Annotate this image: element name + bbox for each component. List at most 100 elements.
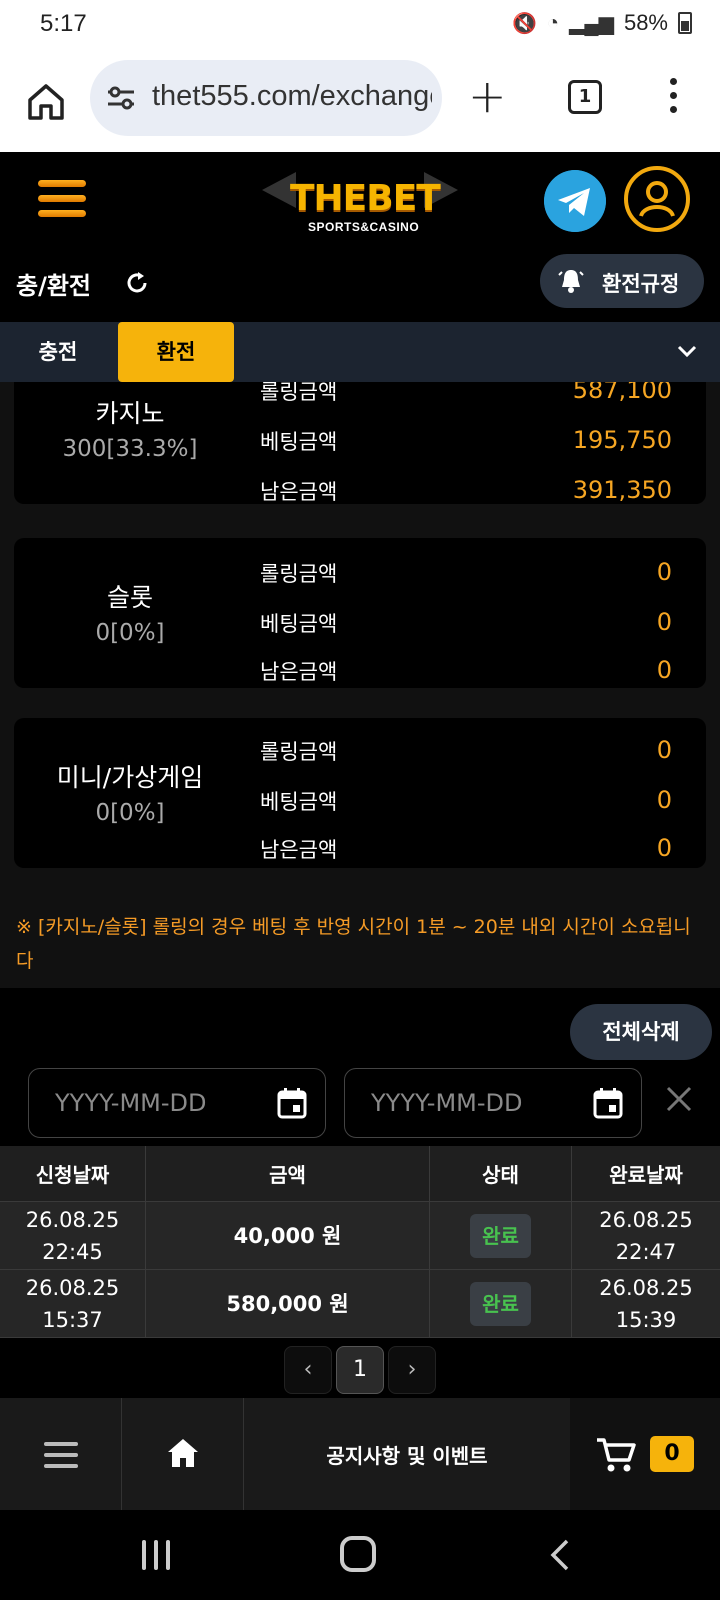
address-bar[interactable]: thet555.com/exchange <box>90 60 442 136</box>
tab-switcher-button[interactable]: 1 <box>568 80 602 114</box>
card-name: 슬롯 <box>106 583 153 612</box>
card-rate: 300[33.3%] <box>62 436 198 462</box>
profile-icon[interactable] <box>624 166 690 232</box>
wifi-icon: ◔ <box>546 11 560 34</box>
history-table: 신청날짜 금액 상태 완료날짜 26.08.25 22:45 40,000 원 … <box>0 1146 720 1338</box>
row-value: 587,100 <box>572 382 672 404</box>
row-value: 0 <box>656 834 672 862</box>
page-title: 충/환전 <box>16 272 92 300</box>
more-menu-icon[interactable] <box>668 78 678 118</box>
calendar-icon[interactable] <box>277 1087 307 1119</box>
card-name: 미니/가상게임 <box>56 763 204 792</box>
row-value: 0 <box>656 736 672 764</box>
menu-icon <box>44 1442 78 1468</box>
delete-all-button[interactable]: 전체삭제 <box>570 1004 712 1060</box>
cart-count-badge: 0 <box>650 1436 694 1472</box>
chevron-down-icon[interactable] <box>676 340 698 362</box>
card-row: 롤링금액 0 <box>246 736 692 776</box>
row-value: 0 <box>656 558 672 586</box>
clear-date-icon[interactable] <box>664 1084 694 1114</box>
status-bar: 5:17 🔇 ◔ ▂▄▆ 58% <box>0 0 720 52</box>
status-time: 5:17 <box>40 10 87 37</box>
home-icon[interactable] <box>24 80 68 124</box>
system-nav-bar <box>0 1510 720 1600</box>
row-value: 0 <box>656 656 672 684</box>
status-cell: 완료 <box>430 1202 572 1269</box>
exchange-history: 전체삭제 YYYY-MM-DD YYYY-MM-DD 신청날짜 금액 상태 완료… <box>0 988 720 1398</box>
done-date: 26.08.25 <box>599 1275 693 1300</box>
bottom-nav: 공지사항 및 이벤트 0 <box>0 1398 720 1510</box>
menu-icon[interactable] <box>38 180 86 220</box>
table-row: 26.08.25 22:45 40,000 원 완료 26.08.25 22:4… <box>0 1202 720 1270</box>
start-date-field[interactable]: YYYY-MM-DD <box>28 1068 326 1138</box>
row-label: 베팅금액 <box>260 430 338 454</box>
exchange-rules-button[interactable]: 환전규정 <box>540 254 704 308</box>
page-number[interactable]: 1 <box>336 1346 384 1394</box>
end-date-placeholder: YYYY-MM-DD <box>371 1089 523 1117</box>
system-home-icon[interactable] <box>340 1536 376 1572</box>
battery-icon <box>678 12 692 34</box>
request-date-cell: 26.08.25 15:37 <box>0 1270 146 1337</box>
rolling-card-mini: 미니/가상게임 0[0%] 롤링금액 0 베팅금액 0 남은금액 0 <box>14 718 706 868</box>
request-date: 26.08.25 <box>25 1275 120 1300</box>
chevron-left-icon[interactable]: ‹ <box>284 1346 332 1394</box>
done-date: 26.08.25 <box>599 1207 693 1232</box>
tab-charge[interactable]: 충전 <box>18 322 98 382</box>
row-label: 남은금액 <box>260 480 338 504</box>
row-label: 롤링금액 <box>260 562 338 586</box>
bottom-home-button[interactable] <box>122 1398 244 1510</box>
calendar-icon[interactable] <box>593 1087 623 1119</box>
battery-percent: 58% <box>623 10 668 35</box>
done-date-cell: 26.08.25 22:47 <box>572 1202 720 1269</box>
row-value: 0 <box>656 608 672 636</box>
url-text: thet555.com/exchange <box>152 80 432 112</box>
card-row: 남은금액 0 <box>246 656 692 696</box>
card-row: 베팅금액 195,750 <box>246 426 692 466</box>
row-value: 391,350 <box>572 476 672 504</box>
notice-event-button[interactable]: 공지사항 및 이벤트 <box>244 1398 570 1510</box>
new-tab-button[interactable]: + <box>468 73 507 119</box>
row-label: 남은금액 <box>260 660 338 684</box>
card-rate: 0[0%] <box>95 620 165 646</box>
rolling-card-slot: 슬롯 0[0%] 롤링금액 0 베팅금액 0 남은금액 0 <box>14 538 706 688</box>
card-row: 남은금액 391,350 <box>246 476 692 516</box>
row-label: 베팅금액 <box>260 790 338 814</box>
rolling-section: 카지노 300[33.3%] 롤링금액 587,100 베팅금액 195,750… <box>0 382 720 988</box>
card-row: 롤링금액 0 <box>246 558 692 598</box>
row-label: 남은금액 <box>260 838 338 862</box>
column-header: 금액 <box>146 1146 430 1201</box>
title-row: 충/환전 환전규정 <box>0 252 720 322</box>
refresh-icon[interactable] <box>124 270 150 296</box>
end-date-field[interactable]: YYYY-MM-DD <box>344 1068 642 1138</box>
bet-slip-button[interactable]: 0 <box>570 1398 720 1510</box>
exchange-rules-label: 환전규정 <box>602 272 680 296</box>
site-header: THEBET SPORTS&CASINO <box>0 152 720 252</box>
logo-main-text: THEBET <box>290 178 441 219</box>
card-row: 베팅금액 0 <box>246 608 692 648</box>
notice-event-label: 공지사항 및 이벤트 <box>326 1444 488 1468</box>
signal-icon: ▂▄▆ <box>569 12 614 35</box>
card-row: 남은금액 0 <box>246 834 692 874</box>
tab-bar: 충전 환전 <box>0 322 720 382</box>
tab-exchange[interactable]: 환전 <box>118 322 234 382</box>
mute-icon: 🔇 <box>512 12 537 35</box>
site-logo[interactable]: THEBET SPORTS&CASINO <box>262 160 458 246</box>
back-icon[interactable] <box>548 1538 572 1572</box>
pagination: ‹ 1 › <box>0 1346 720 1396</box>
recent-apps-icon[interactable] <box>140 1540 174 1570</box>
row-label: 롤링금액 <box>260 740 338 764</box>
column-header: 신청날짜 <box>0 1146 146 1201</box>
telegram-icon[interactable] <box>544 170 606 232</box>
card-row: 롤링금액 587,100 <box>246 382 692 416</box>
logo-sub-text: SPORTS&CASINO <box>308 220 420 234</box>
card-rate: 0[0%] <box>95 800 165 826</box>
status-badge: 완료 <box>470 1213 531 1258</box>
column-header: 상태 <box>430 1146 572 1201</box>
bottom-menu-button[interactable] <box>0 1398 122 1510</box>
card-row: 베팅금액 0 <box>246 786 692 826</box>
chevron-right-icon[interactable]: › <box>388 1346 436 1394</box>
table-header: 신청날짜 금액 상태 완료날짜 <box>0 1146 720 1202</box>
site-settings-icon[interactable] <box>106 84 136 112</box>
request-date: 26.08.25 <box>25 1207 120 1232</box>
row-value: 195,750 <box>572 426 672 454</box>
